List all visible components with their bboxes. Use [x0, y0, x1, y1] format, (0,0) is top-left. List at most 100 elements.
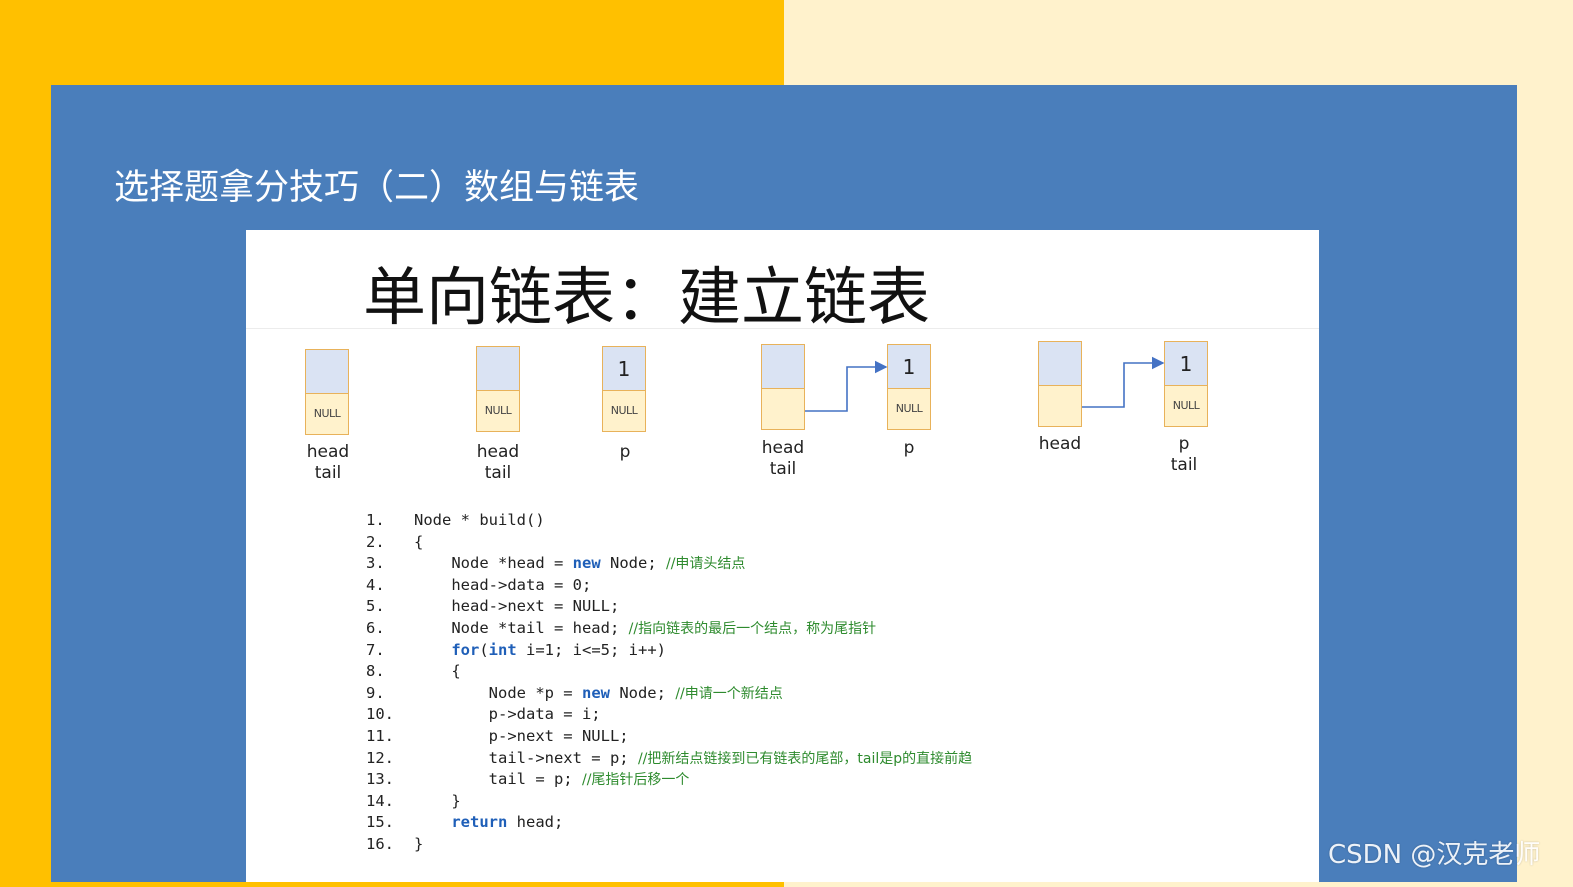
node-data-cell: 1 [1165, 342, 1207, 386]
code-text: } [451, 791, 461, 810]
code-comment: //申请头结点 [665, 556, 746, 573]
line-number: 14. [366, 791, 394, 810]
card-heading: 单向链表：建立链表 [363, 261, 930, 334]
node-next-cell: NULL [603, 391, 645, 431]
code-line: 6. Node *tail = head; //指向链表的最后一个结点，称为尾指… [366, 618, 972, 640]
node-data-cell: 1 [603, 347, 645, 391]
code-text: Node; [600, 554, 666, 573]
code-text: i=1; i<=5; i++) [516, 640, 666, 659]
node-data-cell [1039, 342, 1081, 386]
code-text: tail = p; [488, 770, 582, 789]
code-line: 14. } [366, 791, 972, 813]
code-text: head->data = 0; [451, 575, 592, 594]
line-number: 16. [366, 834, 394, 853]
node-data-cell [477, 347, 519, 391]
code-keyword: for [451, 640, 480, 659]
node-label-line2: tail [484, 463, 512, 483]
code-keyword: new [581, 683, 610, 702]
line-number: 5. [366, 597, 385, 616]
code-comment: //指向链表的最后一个结点，称为尾指针 [628, 620, 877, 637]
code-listing: 1. Node * build() 2. { 3. Node *head = new… [366, 510, 972, 856]
node-next-cell: NULL [477, 391, 519, 431]
code-line: 8. { [366, 661, 972, 683]
code-comment: //尾指针后移一个 [581, 772, 690, 789]
code-text: { [414, 532, 424, 551]
list-node: 1 NULL [1164, 341, 1208, 427]
line-number: 3. [366, 554, 385, 573]
node-label: head tail [288, 442, 368, 484]
code-line: 16.} [366, 834, 972, 856]
node-label-line1: head [761, 438, 805, 458]
node-label: p [585, 442, 665, 463]
node-next-cell [762, 389, 804, 429]
code-text: p->data = i; [488, 705, 601, 724]
code-line: 1. Node * build() [366, 510, 972, 532]
list-node: 1 NULL [602, 346, 646, 432]
code-line: 5. head->next = NULL; [366, 596, 972, 618]
link-arrow [1082, 356, 1165, 408]
code-text: ( [479, 640, 489, 659]
link-arrow [805, 360, 888, 412]
node-label-line1: p [903, 438, 915, 458]
line-number: 9. [366, 683, 385, 702]
code-line: 13. tail = p; //尾指针后移一个 [366, 769, 972, 791]
line-number: 7. [366, 640, 385, 659]
line-number: 4. [366, 575, 385, 594]
node-label-line1: p [1178, 434, 1190, 454]
node-label-line1: head [1038, 434, 1082, 454]
code-keyword: new [572, 554, 601, 573]
node-label: head [1020, 434, 1100, 455]
code-line: 12. tail->next = p; //把新结点链接到已有链表的尾部，tai… [366, 748, 972, 770]
list-node [1038, 341, 1082, 427]
code-line: 7. for(int i=1; i<=5; i++) [366, 640, 972, 662]
line-number: 2. [366, 532, 385, 551]
line-number: 1. [366, 511, 385, 529]
line-number: 11. [366, 726, 394, 745]
node-next-cell: NULL [306, 394, 348, 434]
code-text: Node *tail = head; [451, 618, 629, 637]
node-label-line2: tail [769, 459, 797, 479]
code-line: 10. p->data = i; [366, 704, 972, 726]
node-data-cell: 1 [888, 345, 930, 389]
code-text: tail->next = p; [488, 748, 638, 767]
code-text: Node *p = [488, 683, 582, 702]
node-next-cell: NULL [1165, 386, 1207, 426]
code-text: Node; [609, 683, 676, 702]
code-line: 4. head->data = 0; [366, 575, 972, 597]
node-label-line2: tail [1170, 455, 1198, 475]
code-text: Node *head = [451, 554, 573, 573]
code-line: 15. return head; [366, 812, 972, 834]
node-label: p [869, 438, 949, 459]
line-number: 12. [366, 748, 394, 767]
list-node [761, 344, 805, 430]
content-card: 单向链表：建立链表 NULL head tail NULL head tail … [246, 230, 1319, 882]
list-node: NULL [305, 349, 349, 435]
code-keyword: int [488, 640, 517, 659]
code-text: { [451, 662, 461, 681]
code-comment: //把新结点链接到已有链表的尾部，tail是p的直接前趋 [637, 750, 973, 767]
line-number: 10. [366, 705, 394, 724]
node-next-cell [1039, 386, 1081, 426]
line-number: 13. [366, 770, 394, 789]
code-line: 2. { [366, 532, 972, 554]
code-text: p->next = NULL; [488, 726, 629, 745]
list-node: 1 NULL [887, 344, 931, 430]
node-data-cell [762, 345, 804, 389]
code-keyword: return [451, 813, 508, 832]
heading-divider [246, 328, 1319, 329]
watermark: CSDN @汉克老师 [1328, 840, 1541, 870]
node-label-line2: tail [314, 463, 342, 483]
node-label: head tail [458, 442, 538, 484]
code-line: 3. Node *head = new Node; //申请头结点 [366, 553, 972, 575]
line-number: 15. [366, 813, 394, 832]
node-next-cell: NULL [888, 389, 930, 429]
list-node: NULL [476, 346, 520, 432]
line-number: 6. [366, 618, 385, 637]
code-line: 11. p->next = NULL; [366, 726, 972, 748]
code-text: head; [507, 813, 564, 832]
slide-title: 选择题拿分技巧（二）数组与链表 [114, 168, 640, 208]
code-comment: //申请一个新结点 [675, 685, 783, 702]
node-data-cell [306, 350, 348, 394]
code-text: head->next = NULL; [451, 597, 620, 616]
node-label: head tail [743, 438, 823, 480]
